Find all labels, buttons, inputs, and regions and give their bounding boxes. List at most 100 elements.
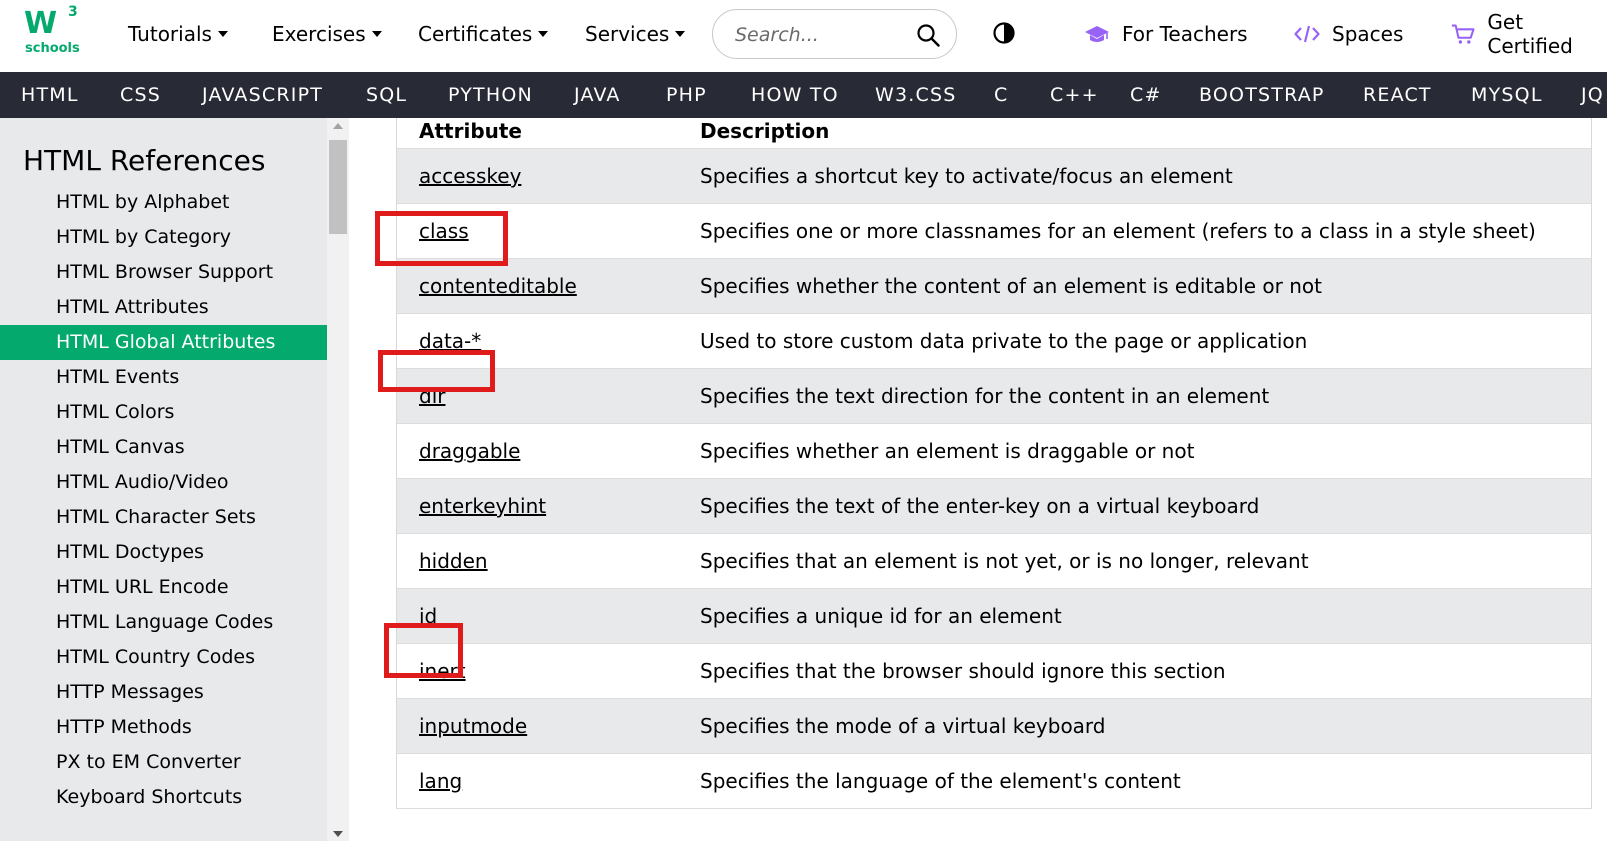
attribute-description: Specifies a shortcut key to activate/foc…: [700, 164, 1233, 188]
sidebar-item-http-messages[interactable]: HTTP Messages: [0, 675, 327, 710]
attribute-description: Specifies the language of the element's …: [700, 769, 1181, 793]
nav-bootstrap[interactable]: BOOTSTRAP: [1199, 72, 1325, 118]
sidebar-item-html-global-attributes[interactable]: HTML Global Attributes: [0, 325, 327, 360]
nav-javascript[interactable]: JAVASCRIPT: [202, 72, 323, 118]
for-teachers-label: For Teachers: [1122, 22, 1248, 46]
table-row: lang Specifies the language of the eleme…: [397, 754, 1591, 809]
attribute-link-dir[interactable]: dir: [419, 384, 445, 408]
menu-certificates[interactable]: Certificates: [418, 19, 549, 49]
sidebar-item-html-doctypes[interactable]: HTML Doctypes: [0, 535, 327, 570]
code-icon: [1294, 25, 1320, 43]
sidebar-item-html-country-codes[interactable]: HTML Country Codes: [0, 640, 327, 675]
sidebar-item-html-by-category[interactable]: HTML by Category: [0, 220, 327, 255]
attribute-link-draggable[interactable]: draggable: [419, 439, 520, 463]
logo-superscript: 3: [68, 4, 78, 20]
table-header-row: Attribute Description: [397, 118, 1591, 149]
menu-tutorials-label: Tutorials: [128, 22, 212, 46]
menu-exercises-label: Exercises: [272, 22, 366, 46]
contrast-icon[interactable]: [993, 22, 1015, 44]
menu-tutorials[interactable]: Tutorials: [128, 19, 228, 49]
nav-sql[interactable]: SQL: [366, 72, 407, 118]
attribute-description: Specifies whether an element is draggabl…: [700, 439, 1195, 463]
cart-icon: [1451, 24, 1475, 44]
table-row: enterkeyhint Specifies the text of the e…: [397, 479, 1591, 534]
attribute-description: Specifies that the browser should ignore…: [700, 659, 1226, 683]
nav-csharp[interactable]: C#: [1130, 72, 1162, 118]
attribute-link-inputmode[interactable]: inputmode: [419, 714, 527, 738]
sidebar-item-html-attributes[interactable]: HTML Attributes: [0, 290, 327, 325]
attribute-link-data[interactable]: data-*: [419, 329, 481, 353]
menu-services[interactable]: Services: [585, 19, 686, 49]
sidebar-item-html-browser-support[interactable]: HTML Browser Support: [0, 255, 327, 290]
get-certified-link[interactable]: Get Certified: [1451, 10, 1607, 58]
attribute-link-inert[interactable]: inert: [419, 659, 466, 683]
get-certified-label: Get Certified: [1487, 10, 1573, 58]
scrollbar-thumb[interactable]: [329, 140, 347, 234]
nav-java[interactable]: JAVA: [574, 72, 621, 118]
nav-css[interactable]: CSS: [120, 72, 161, 118]
attribute-link-hidden[interactable]: hidden: [419, 549, 488, 573]
menu-exercises[interactable]: Exercises: [272, 19, 382, 49]
tutorial-navbar: HTML CSS JAVASCRIPT SQL PYTHON JAVA PHP …: [0, 72, 1607, 118]
sidebar-item-html-language-codes[interactable]: HTML Language Codes: [0, 605, 327, 640]
sidebar-item-keyboard-shortcuts[interactable]: Keyboard Shortcuts: [0, 780, 327, 815]
spaces-link[interactable]: Spaces: [1294, 19, 1403, 49]
scroll-up-arrow-icon[interactable]: [333, 123, 343, 129]
table-row: hidden Specifies that an element is not …: [397, 534, 1591, 589]
nav-python[interactable]: PYTHON: [448, 72, 533, 118]
table-row: data-* Used to store custom data private…: [397, 314, 1591, 369]
caret-down-icon: [371, 31, 382, 37]
w3schools-logo[interactable]: W 3 schools: [22, 4, 84, 60]
top-header: W 3 schools Tutorials Exercises Certific…: [0, 0, 1607, 72]
sidebar-item-px-to-em-converter[interactable]: PX to EM Converter: [0, 745, 327, 780]
nav-php[interactable]: PHP: [666, 72, 707, 118]
attribute-description: Specifies whether the content of an elem…: [700, 274, 1323, 298]
sidebar-item-html-events[interactable]: HTML Events: [0, 360, 327, 395]
caret-down-icon: [675, 31, 686, 37]
attribute-description: Specifies one or more classnames for an …: [700, 219, 1536, 243]
table-row: inert Specifies that the browser should …: [397, 644, 1591, 699]
attribute-link-lang[interactable]: lang: [419, 769, 462, 793]
attribute-link-contenteditable[interactable]: contenteditable: [419, 274, 577, 298]
attribute-link-class[interactable]: class: [419, 219, 469, 243]
caret-down-icon: [217, 31, 228, 37]
menu-services-label: Services: [585, 22, 670, 46]
sidebar-item-html-character-sets[interactable]: HTML Character Sets: [0, 500, 327, 535]
logo-mark: W: [24, 6, 57, 41]
scroll-down-arrow-icon[interactable]: [333, 831, 343, 837]
sidebar-item-html-colors[interactable]: HTML Colors: [0, 395, 327, 430]
nav-c[interactable]: C: [994, 72, 1008, 118]
sidebar-item-html-canvas[interactable]: HTML Canvas: [0, 430, 327, 465]
table-row: id Specifies a unique id for an element: [397, 589, 1591, 644]
nav-cpp[interactable]: C++: [1050, 72, 1099, 118]
attribute-link-id[interactable]: id: [419, 604, 437, 628]
column-header-description: Description: [700, 119, 830, 143]
global-attributes-table: Attribute Description accesskey Specifie…: [396, 118, 1592, 809]
sidebar-item-html-url-encode[interactable]: HTML URL Encode: [0, 570, 327, 605]
for-teachers-link[interactable]: For Teachers: [1084, 19, 1248, 49]
attribute-description: Specifies a unique id for an element: [700, 604, 1062, 628]
attribute-description: Specifies the text of the enter-key on a…: [700, 494, 1260, 518]
search-box: [712, 9, 957, 59]
search-icon[interactable]: [916, 23, 940, 47]
graduation-cap-icon: [1085, 26, 1109, 42]
nav-react[interactable]: REACT: [1363, 72, 1432, 118]
attribute-link-enterkeyhint[interactable]: enterkeyhint: [419, 494, 546, 518]
table-row: dir Specifies the text direction for the…: [397, 369, 1591, 424]
attribute-link-accesskey[interactable]: accesskey: [419, 164, 521, 188]
sidebar: HTML References HTML by Alphabet HTML by…: [0, 118, 327, 841]
search-input[interactable]: [735, 22, 905, 48]
nav-how-to[interactable]: HOW TO: [751, 72, 839, 118]
nav-mysql[interactable]: MYSQL: [1471, 72, 1543, 118]
attribute-description: Used to store custom data private to the…: [700, 329, 1308, 353]
nav-html[interactable]: HTML: [21, 72, 79, 118]
sidebar-item-http-methods[interactable]: HTTP Methods: [0, 710, 327, 745]
sidebar-item-html-audio-video[interactable]: HTML Audio/Video: [0, 465, 327, 500]
nav-jquery[interactable]: JQ: [1581, 72, 1604, 118]
sidebar-item-html-by-alphabet[interactable]: HTML by Alphabet: [0, 185, 327, 220]
sidebar-title: HTML References: [23, 144, 266, 177]
nav-w3css[interactable]: W3.CSS: [875, 72, 957, 118]
caret-down-icon: [538, 31, 549, 37]
sidebar-scrollbar[interactable]: [327, 118, 349, 841]
attribute-description: Specifies the text direction for the con…: [700, 384, 1270, 408]
